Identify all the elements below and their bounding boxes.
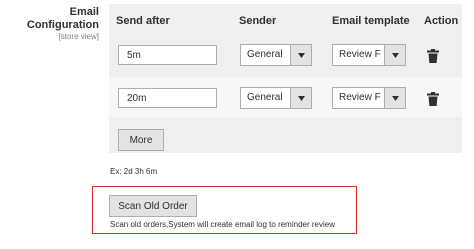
email-config-grid: Send after Sender Email template Action … — [109, 4, 462, 153]
triangle-down-icon — [384, 45, 405, 65]
triangle-down-icon — [290, 45, 311, 65]
email-template-select[interactable]: Review F — [332, 87, 406, 109]
grid-header: Send after Sender Email template Action — [109, 4, 462, 34]
field-label: Email Configuration [store view] — [0, 6, 99, 42]
triangle-down-icon — [290, 88, 311, 108]
column-send-after: Send after — [116, 15, 170, 27]
grid-row: 20m General Review F — [109, 77, 462, 117]
email-template-select-value: Review F — [339, 49, 381, 60]
column-sender: Sender — [239, 15, 277, 27]
trash-icon[interactable] — [427, 92, 439, 106]
triangle-down-icon — [384, 88, 405, 108]
time-format-hint: Ex: 2d 3h 6m — [110, 167, 158, 176]
scan-description: Scan old orders,System will create email… — [110, 220, 335, 229]
sender-select-value: General — [247, 92, 283, 103]
email-template-select-value: Review F — [339, 92, 381, 103]
grid-row: 5m General Review F — [109, 34, 462, 74]
column-email-template: Email template — [332, 15, 410, 27]
field-label-text: Email Configuration — [26, 6, 99, 31]
send-after-input[interactable]: 20m — [118, 88, 217, 108]
more-button[interactable]: More — [118, 129, 164, 151]
sender-select-value: General — [247, 49, 283, 60]
scan-old-order-button[interactable]: Scan Old Order — [109, 195, 197, 217]
scope-label: [store view] — [58, 32, 99, 41]
column-action: Action — [424, 15, 459, 27]
trash-icon[interactable] — [427, 49, 439, 63]
email-template-select[interactable]: Review F — [332, 44, 406, 66]
send-after-input[interactable]: 5m — [118, 45, 217, 65]
sender-select[interactable]: General — [240, 44, 312, 66]
sender-select[interactable]: General — [240, 87, 312, 109]
